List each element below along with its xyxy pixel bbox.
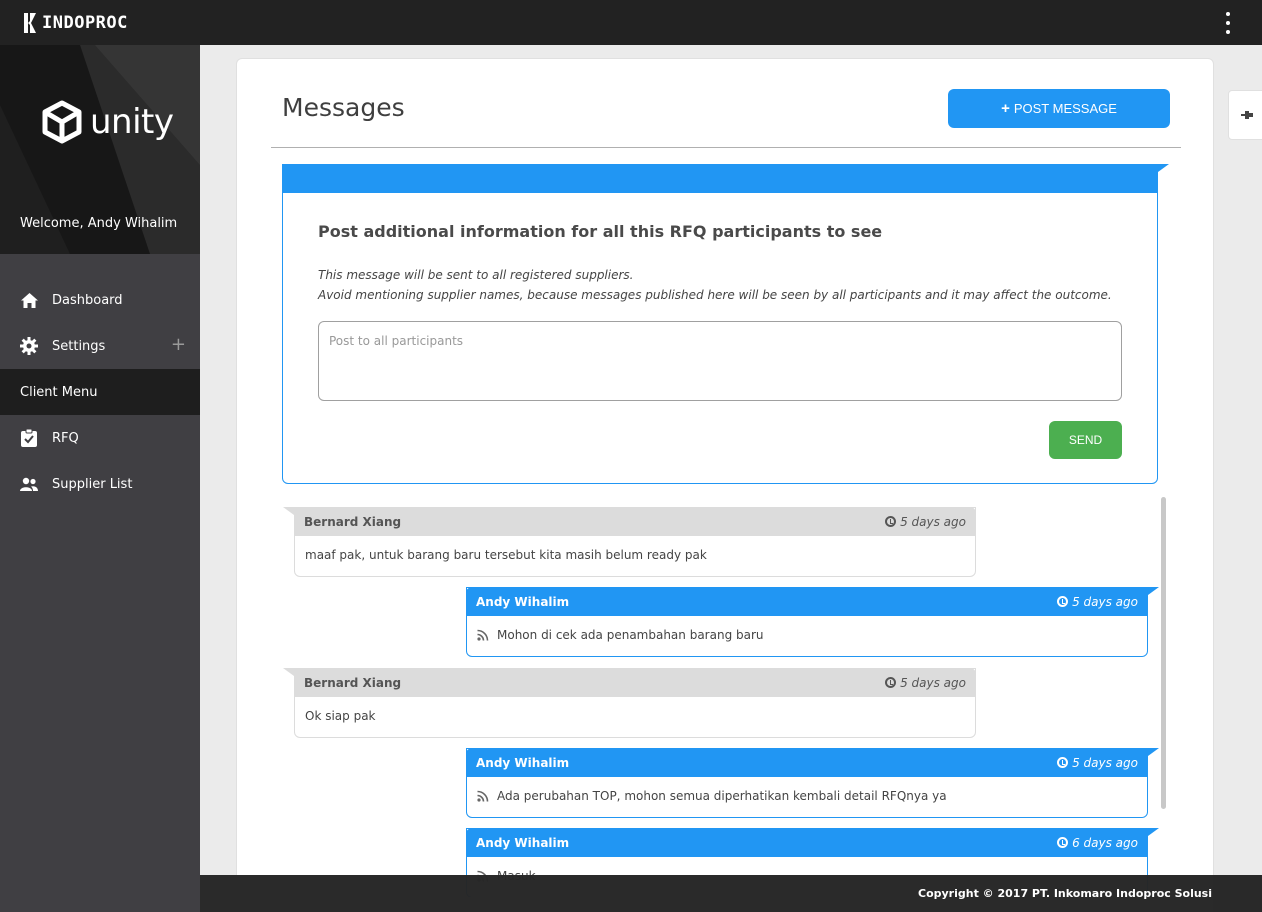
expand-plus-icon[interactable]: +	[171, 336, 186, 354]
message-header: Andy Wihalim 6 days ago	[466, 828, 1159, 857]
message-author: Bernard Xiang	[304, 514, 402, 529]
message-time: 5 days ago	[885, 676, 966, 690]
message-text: Ok siap pak	[305, 709, 376, 723]
sidebar-item-dashboard[interactable]: Dashboard	[0, 277, 200, 323]
pin-tab[interactable]	[1228, 90, 1262, 140]
message-author: Andy Wihalim	[476, 835, 570, 850]
message-time-text: 5 days ago	[1072, 755, 1138, 770]
message-header: Andy Wihalim 5 days ago	[466, 587, 1159, 616]
send-button[interactable]: SEND	[1049, 421, 1122, 459]
clock-icon	[1057, 596, 1069, 607]
unity-cube-icon	[42, 100, 82, 144]
post-box: Post additional information for all this…	[282, 164, 1169, 484]
message-author: Andy Wihalim	[476, 755, 570, 770]
gear-icon	[20, 337, 38, 355]
message-header: Bernard Xiang 5 days ago	[283, 668, 976, 697]
message-list[interactable]: Bernard Xiang 5 days ago maaf pak, untuk…	[282, 497, 1172, 897]
post-box-note: This message will be sent to all registe…	[318, 265, 1112, 305]
message-time-text: 5 days ago	[900, 675, 966, 690]
top-bar: INDOPROC	[0, 0, 1262, 45]
sidebar: unity Welcome, Andy Wihalim Dashboard Se…	[0, 45, 200, 912]
message-list-scrollbar[interactable]	[1161, 497, 1166, 809]
message-item: Bernard Xiang 5 days ago maaf pak, untuk…	[283, 507, 976, 577]
rss-icon	[477, 790, 489, 802]
message-time-text: 5 days ago	[1072, 594, 1138, 609]
messages-card: Messages + POST MESSAGE Post additional …	[236, 58, 1214, 912]
message-header: Andy Wihalim 5 days ago	[466, 748, 1159, 777]
users-icon	[20, 475, 38, 493]
clock-icon	[1057, 837, 1069, 848]
post-message-button[interactable]: + POST MESSAGE	[948, 89, 1170, 128]
message-time: 5 days ago	[885, 515, 966, 529]
client-menu-section: Client Menu	[0, 369, 200, 415]
message-time: 5 days ago	[1057, 595, 1138, 609]
message-body: Ada perubahan TOP, mohon semua diperhati…	[477, 789, 947, 803]
message-header: Bernard Xiang 5 days ago	[283, 507, 976, 536]
indoproc-logo[interactable]: INDOPROC	[24, 10, 128, 36]
message-author: Bernard Xiang	[304, 675, 402, 690]
post-box-note-line2: Avoid mentioning supplier names, because…	[318, 288, 1112, 302]
message-item: Bernard Xiang 5 days ago Ok siap pak	[283, 668, 976, 738]
copyright-text: Copyright © 2017 PT. Inkomaro Indoproc S…	[918, 887, 1212, 900]
message-item: Andy Wihalim 5 days ago Mohon di cek ada…	[466, 587, 1159, 657]
post-message-input[interactable]	[318, 321, 1122, 401]
sidebar-item-supplier-list[interactable]: Supplier List	[0, 461, 200, 507]
clipboard-check-icon	[20, 429, 38, 447]
post-box-title: Post additional information for all this…	[318, 222, 883, 241]
post-message-label: POST MESSAGE	[1013, 101, 1117, 116]
message-text: maaf pak, untuk barang baru tersebut kit…	[305, 548, 707, 562]
page-title: Messages	[282, 93, 405, 122]
message-body: Mohon di cek ada penambahan barang baru	[477, 628, 764, 642]
brand-name: INDOPROC	[42, 13, 128, 33]
home-icon	[20, 291, 38, 309]
message-time: 5 days ago	[1057, 756, 1138, 770]
sidebar-item-label: Dashboard	[52, 292, 123, 308]
client-logo-text: unity	[90, 102, 174, 142]
message-author: Andy Wihalim	[476, 594, 570, 609]
post-box-note-line1: This message will be sent to all registe…	[318, 268, 634, 282]
footer: Copyright © 2017 PT. Inkomaro Indoproc S…	[200, 875, 1262, 912]
message-time: 6 days ago	[1057, 836, 1138, 850]
unity-logo: unity	[40, 100, 174, 144]
message-text: Mohon di cek ada penambahan barang baru	[497, 628, 764, 642]
post-box-header	[282, 164, 1169, 193]
clock-icon	[885, 677, 897, 688]
client-brand-panel: unity Welcome, Andy Wihalim	[0, 45, 200, 254]
divider	[271, 147, 1181, 148]
clock-icon	[1057, 757, 1069, 768]
plus-icon: +	[1001, 100, 1010, 117]
pin-icon	[1241, 111, 1253, 119]
kebab-vertical-icon[interactable]	[1220, 12, 1236, 34]
message-body: Ok siap pak	[305, 709, 376, 723]
sidebar-item-label: Settings	[52, 338, 106, 354]
message-time-text: 6 days ago	[1072, 835, 1138, 850]
indoproc-logo-icon	[24, 13, 36, 33]
message-text: Ada perubahan TOP, mohon semua diperhati…	[497, 789, 947, 803]
message-body: maaf pak, untuk barang baru tersebut kit…	[305, 548, 707, 562]
welcome-text: Welcome, Andy Wihalim	[20, 216, 178, 231]
sidebar-item-label: Supplier List	[52, 476, 133, 492]
clock-icon	[885, 516, 897, 527]
sidebar-nav: Dashboard Settings + Client Menu RFQ Sup…	[0, 254, 200, 507]
sidebar-item-settings[interactable]: Settings +	[0, 323, 200, 369]
rss-icon	[477, 629, 489, 641]
message-time-text: 5 days ago	[900, 514, 966, 529]
sidebar-item-rfq[interactable]: RFQ	[0, 415, 200, 461]
message-item: Andy Wihalim 5 days ago Ada perubahan TO…	[466, 748, 1159, 818]
sidebar-item-label: RFQ	[52, 430, 79, 446]
